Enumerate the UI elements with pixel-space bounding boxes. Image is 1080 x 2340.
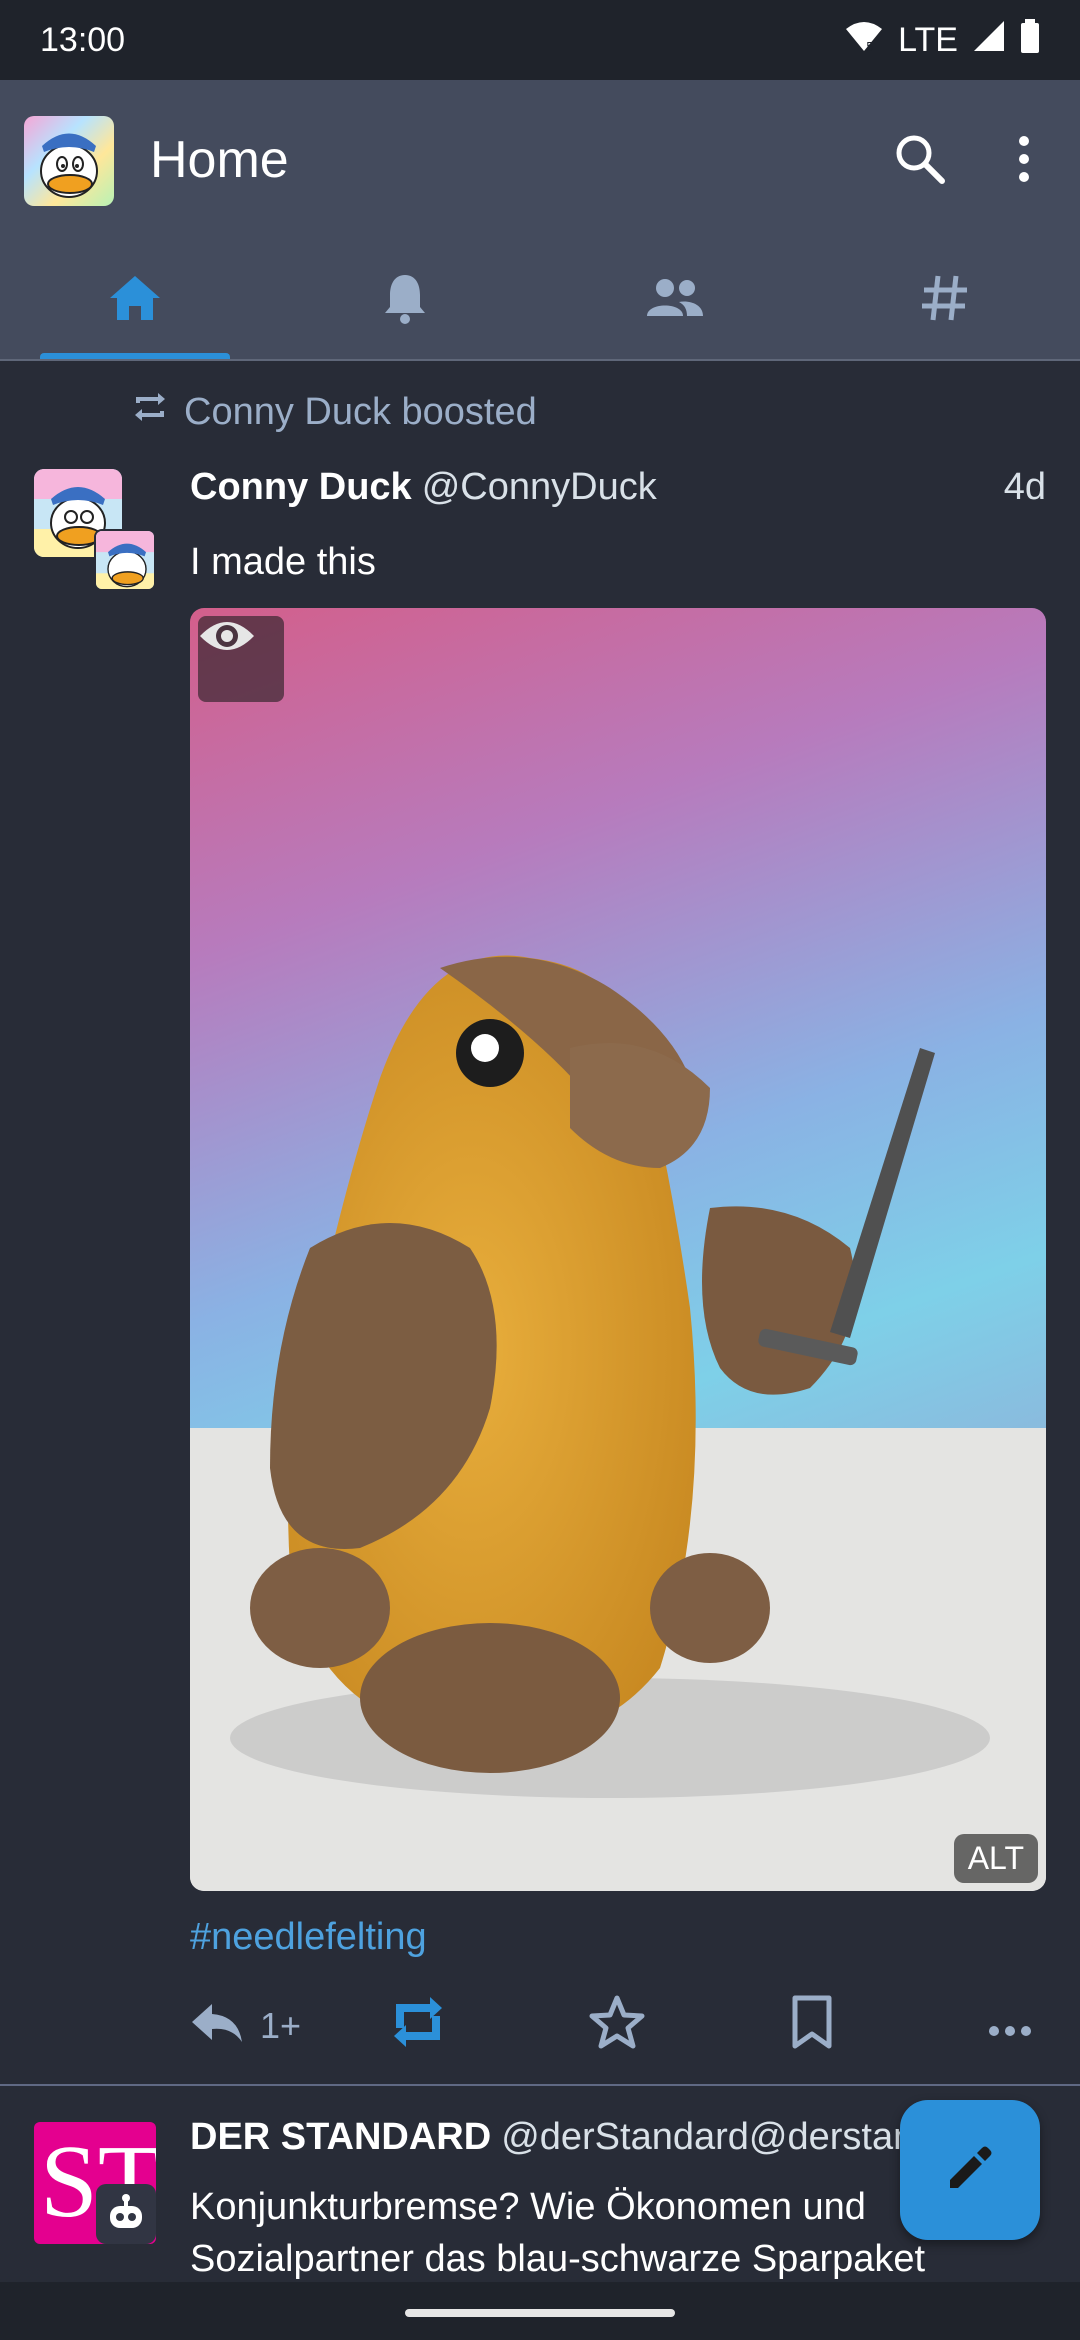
account-avatar[interactable]: [24, 116, 114, 206]
post-content: I made this: [190, 541, 376, 583]
more-button[interactable]: [988, 1986, 1032, 2066]
toolbar: Home: [0, 80, 1080, 242]
boost-button[interactable]: [390, 1986, 446, 2066]
system-navigation-bar: [0, 2282, 1080, 2340]
people-icon: [645, 278, 705, 323]
svg-text:5: 5: [866, 40, 874, 53]
star-icon: [588, 1994, 646, 2059]
bookmark-button[interactable]: [790, 1986, 834, 2066]
more-vertical-icon: [1014, 134, 1034, 189]
status-icons: 5 LTE: [844, 18, 1040, 62]
hide-media-button[interactable]: [198, 616, 284, 702]
wifi-calling-icon: 5: [844, 19, 884, 62]
boost-icon: [132, 389, 168, 435]
search-button[interactable]: [884, 125, 956, 197]
page-title: Home: [150, 131, 289, 189]
status-item[interactable]: Conny Duck boosted Conny Duck@ConnyDuck: [0, 361, 1080, 2086]
hashtag-link[interactable]: #needlefelting: [190, 1916, 427, 1959]
pencil-icon: [944, 2142, 996, 2199]
display-name[interactable]: Conny Duck: [190, 466, 412, 508]
status-time: 13:00: [40, 20, 126, 59]
app-bar: Home: [0, 80, 1080, 360]
bot-icon: [106, 2193, 146, 2236]
username[interactable]: @ConnyDuck: [422, 466, 657, 508]
post-timestamp: 4d: [1003, 466, 1046, 508]
search-icon: [892, 131, 948, 192]
bell-icon: [382, 271, 428, 330]
post-actions: 1+: [190, 1986, 1046, 2066]
display-name[interactable]: DER STANDARD: [190, 2116, 491, 2158]
tab-local[interactable]: [540, 240, 810, 360]
boost-indicator: Conny Duck boosted: [132, 389, 537, 435]
hashtag-icon: [920, 273, 970, 328]
felted-bird-photo: [190, 955, 1046, 1891]
favourite-button[interactable]: [588, 1986, 646, 2066]
bot-badge: [96, 2184, 156, 2244]
timeline-tabs: [0, 240, 1080, 360]
gesture-handle[interactable]: [405, 2309, 675, 2317]
status-bar: 13:00 5 LTE: [0, 0, 1080, 80]
battery-icon: [1020, 18, 1040, 62]
reply-icon: [190, 2000, 244, 2053]
media-attachment[interactable]: ALT: [190, 608, 1046, 1891]
tab-home[interactable]: [0, 240, 270, 360]
avatar[interactable]: ST: [34, 2122, 156, 2244]
more-horizontal-icon: [988, 2005, 1032, 2047]
bookmark-icon: [790, 1994, 834, 2059]
post-header: Conny Duck @ConnyDuck 4d: [190, 466, 1046, 509]
signal-icon: [972, 19, 1006, 62]
tab-notifications[interactable]: [270, 240, 540, 360]
avatar[interactable]: [34, 469, 158, 593]
tab-hashtags[interactable]: [810, 240, 1080, 360]
alt-text-badge[interactable]: ALT: [953, 1834, 1038, 1883]
boost-active-icon: [390, 1994, 446, 2059]
overflow-menu-button[interactable]: [988, 125, 1060, 197]
reply-count: 1+: [260, 2005, 302, 2046]
booster-avatar: [94, 529, 156, 591]
compose-button[interactable]: [900, 2100, 1040, 2240]
reply-button[interactable]: 1+: [190, 1986, 301, 2066]
network-type: LTE: [898, 20, 958, 59]
home-icon: [108, 274, 162, 327]
boost-label: Conny Duck boosted: [184, 390, 537, 433]
